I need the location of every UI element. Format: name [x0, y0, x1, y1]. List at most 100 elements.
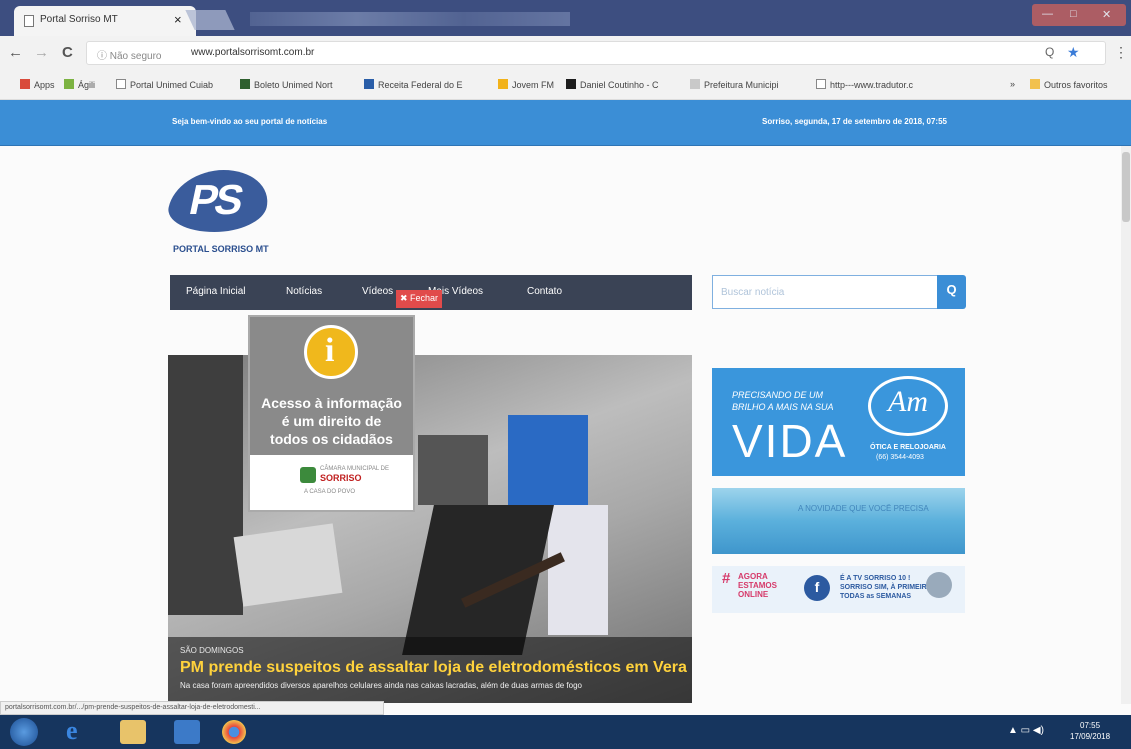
- ad-otica-name: ÓTICA E RELOJOARIA: [870, 444, 946, 451]
- news-summary: Na casa foram apreendidos diversos apare…: [180, 681, 583, 690]
- news-headline[interactable]: PM prende suspeitos de assaltar loja de …: [180, 659, 687, 677]
- info-icon: i: [304, 325, 358, 379]
- ad-tv-words: AGORA ESTAMOS ONLINE: [738, 572, 777, 599]
- logo-mark: PS: [163, 170, 275, 232]
- tab-bar: Portal Sorriso MT × — □ ✕: [0, 0, 1131, 36]
- menu-icon[interactable]: ⋮: [1114, 44, 1128, 61]
- hero-image-phones: [418, 435, 488, 505]
- bookmark-icon: [240, 79, 250, 89]
- bookmark-jovem-fm[interactable]: Jovem FM: [498, 79, 554, 90]
- bookmark-agili[interactable]: Ágili: [64, 79, 95, 90]
- org-name: SORRISO: [320, 473, 362, 483]
- org-bottom: A CASA DO POVO: [304, 489, 356, 495]
- site-top-bar: Seja bem-vindo ao seu portal de notícias…: [0, 100, 1131, 146]
- new-tab-button[interactable]: [185, 10, 235, 30]
- hero-image-blue-boxes: [508, 415, 588, 515]
- page-icon: [816, 79, 826, 89]
- nav-videos[interactable]: Vídeos: [362, 286, 393, 297]
- welcome-text: Seja bem-vindo ao seu portal de notícias: [172, 117, 328, 126]
- file-explorer-icon[interactable]: [120, 720, 146, 744]
- apps-icon: [20, 79, 30, 89]
- bookmark-daniel[interactable]: Daniel Coutinho - C: [566, 79, 659, 90]
- close-window-icon[interactable]: ✕: [1102, 8, 1111, 21]
- nav-news[interactable]: Notícias: [286, 286, 322, 297]
- popup-line-1: Acesso à informação: [261, 395, 402, 411]
- taskbar-clock[interactable]: 07:55 17/09/2018: [1070, 720, 1110, 742]
- address-bar[interactable]: ⓘ Não seguro www.portalsorrisomt.com.br …: [86, 41, 1106, 65]
- system-tray-icons[interactable]: ▲ ▭ ◀): [1008, 725, 1044, 736]
- ad-otica-line1: PRECISANDO DE UM: [732, 390, 824, 400]
- page-icon: [24, 15, 34, 27]
- folder-icon: [1030, 79, 1040, 89]
- status-bar: portalsorrisomt.com.br/.../pm-prende-sus…: [0, 701, 384, 715]
- not-secure-label[interactable]: ⓘ Não seguro: [97, 47, 161, 62]
- news-category[interactable]: SÃO DOMINGOS: [180, 646, 244, 655]
- scrollbar-thumb[interactable]: [1122, 152, 1130, 222]
- hero-image-white-boxes: [548, 505, 608, 635]
- scrollbar[interactable]: [1121, 146, 1131, 704]
- taskbar: e ▲ ▭ ◀) 07:55 17/09/2018: [0, 715, 1131, 749]
- bookmark-receita[interactable]: Receita Federal do E: [364, 79, 463, 90]
- site-logo[interactable]: PS PORTAL SORRISO MT: [163, 164, 278, 260]
- bookmark-prefeitura[interactable]: Prefeitura Municipi: [690, 79, 779, 90]
- nav-contact[interactable]: Contato: [527, 286, 562, 297]
- featured-news[interactable]: SÃO DOMINGOS PM prende suspeitos de assa…: [168, 355, 692, 703]
- close-tab-icon[interactable]: ×: [174, 12, 182, 27]
- logo-subtitle: PORTAL SORRISO MT: [173, 244, 269, 254]
- chrome-icon[interactable]: [222, 720, 246, 744]
- bookmark-icon: [364, 79, 374, 89]
- hash-icon: #: [722, 570, 731, 587]
- bookmark-icon: [64, 79, 74, 89]
- bookmark-portal-unimed[interactable]: Portal Unimed Cuiab: [116, 79, 213, 90]
- window-titlebar-blur: [250, 12, 570, 26]
- toolbar: ← → C ⓘ Não seguro www.portalsorrisomt.c…: [0, 36, 1131, 70]
- other-bookmarks[interactable]: Outros favoritos: [1030, 79, 1108, 90]
- maximize-icon[interactable]: □: [1070, 8, 1077, 20]
- close-popup-button[interactable]: ✖ Fechar: [396, 290, 442, 308]
- search-placeholder: Buscar notícia: [721, 287, 785, 298]
- date-text: Sorriso, segunda, 17 de setembro de 2018…: [762, 117, 947, 126]
- bookmark-tradutor[interactable]: http---www.tradutor.c: [816, 79, 913, 90]
- tab-title: Portal Sorriso MT: [40, 14, 118, 25]
- search-button[interactable]: Q: [937, 275, 966, 309]
- star-icon[interactable]: ★: [1067, 44, 1080, 61]
- ad-otica-line2: BRILHO A MAIS NA SUA: [732, 402, 834, 412]
- ad-blue-text: A NOVIDADE QUE VOCÊ PRECISA: [798, 504, 929, 513]
- popup-line-2: é um direito de: [281, 413, 382, 429]
- media-player-icon[interactable]: [174, 720, 200, 744]
- ad-otica[interactable]: PRECISANDO DE UM BRILHO A MAIS NA SUA VI…: [712, 368, 965, 476]
- search-input[interactable]: Buscar notícia: [712, 275, 938, 309]
- start-button[interactable]: [10, 718, 38, 746]
- ad-tv-sorriso[interactable]: # AGORA ESTAMOS ONLINE f É A TV SORRISO …: [712, 566, 965, 613]
- hero-image-shadow: [168, 355, 243, 615]
- minimize-icon[interactable]: —: [1042, 8, 1053, 20]
- ad-tv-text: É A TV SORRISO 10 ! SORRISO SIM, À PRIME…: [840, 575, 935, 600]
- url-text[interactable]: www.portalsorrisomt.com.br: [191, 47, 314, 58]
- bookmark-icon: [566, 79, 576, 89]
- forward-icon[interactable]: →: [34, 44, 49, 61]
- org-top: CÂMARA MUNICIPAL DE: [320, 466, 390, 472]
- popup-org-strip: CÂMARA MUNICIPAL DE SORRISO A CASA DO PO…: [250, 455, 413, 510]
- page-icon: [116, 79, 126, 89]
- reload-icon[interactable]: C: [62, 44, 73, 61]
- bookmark-icon: [498, 79, 508, 89]
- window-controls[interactable]: — □ ✕: [1032, 4, 1126, 26]
- zoom-icon[interactable]: Q: [1045, 45, 1054, 59]
- browser-tab[interactable]: Portal Sorriso MT ×: [14, 6, 196, 36]
- facebook-icon: f: [804, 575, 830, 601]
- bookmark-icon: [690, 79, 700, 89]
- ad-otica-vida: VIDA: [732, 415, 848, 467]
- back-icon[interactable]: ←: [8, 44, 23, 61]
- browser-window: { "browser": { "tab_title": "Portal Sorr…: [0, 0, 1131, 749]
- bookmark-boleto[interactable]: Boleto Unimed Nort: [240, 79, 333, 90]
- internet-explorer-icon[interactable]: e: [66, 718, 92, 744]
- popup-line-3: todos os cidadãos: [270, 431, 393, 447]
- info-popup[interactable]: i Acesso à informação é um direito de to…: [248, 315, 415, 512]
- ad-otica-logo: Am: [868, 376, 948, 436]
- bookmarks-bar: Apps Ágili Portal Unimed Cuiab Boleto Un…: [0, 70, 1131, 100]
- nav-home[interactable]: Página Inicial: [186, 286, 245, 297]
- ad-banner-blue[interactable]: A NOVIDADE QUE VOCÊ PRECISA: [712, 488, 965, 554]
- bookmark-apps[interactable]: Apps: [20, 79, 55, 90]
- bookmarks-more-icon[interactable]: »: [1010, 79, 1015, 89]
- crest-icon: [300, 467, 316, 483]
